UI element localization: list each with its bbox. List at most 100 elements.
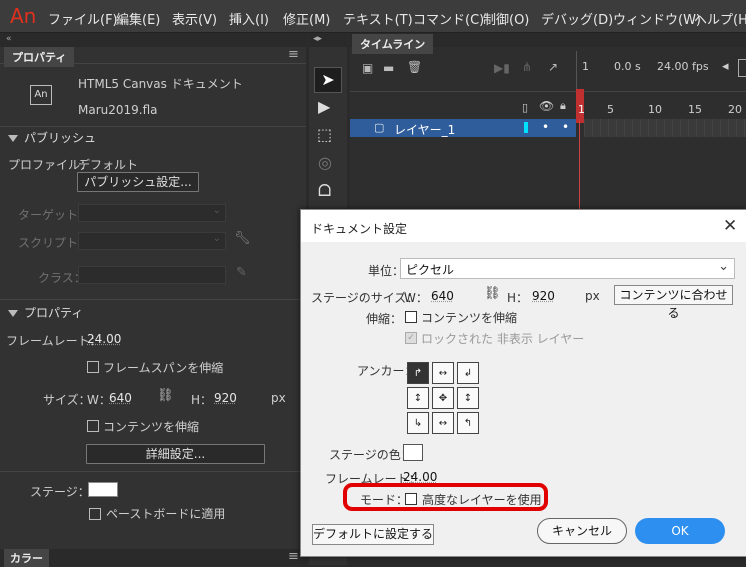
menu-window[interactable]: ウィンドウ(W) (613, 9, 701, 28)
panel-menu-icon[interactable]: ≡ (288, 47, 299, 62)
frame-strip[interactable] (584, 119, 746, 137)
new-layer-icon[interactable]: ▣ (362, 61, 373, 75)
tab-color[interactable]: カラー (4, 549, 49, 567)
stage-color-swatch[interactable] (88, 482, 118, 497)
publish-settings-button[interactable]: パブリッシュ設定... (77, 172, 199, 192)
subselection-tool-icon[interactable]: ▶ (318, 97, 330, 116)
framerate-value[interactable]: 24.00 (403, 470, 437, 484)
collapse-triangle-icon (8, 310, 18, 317)
visibility-dot-icon[interactable]: • (542, 120, 549, 134)
anchor-bottom-center-icon[interactable]: ↔ (432, 412, 454, 434)
target-select[interactable]: ⌄ (78, 204, 226, 222)
menu-view[interactable]: 表示(V) (172, 9, 217, 28)
stage-color-label: ステージの色： (329, 448, 413, 462)
scale-label: 伸縮： (366, 312, 403, 326)
document-name: Maru2019.fla (78, 103, 158, 117)
anchor-top-right-icon[interactable]: ↲ (457, 362, 479, 384)
script-select[interactable]: ⌄ (78, 232, 226, 250)
scale-content-checkbox[interactable] (87, 420, 99, 432)
layer-name[interactable]: レイヤー_1 (394, 121, 455, 138)
menu-commands[interactable]: コマンド(C) (413, 9, 484, 28)
fit-content-button[interactable]: コンテンツに合わせる (614, 285, 733, 320)
divider (0, 299, 306, 300)
fps-value[interactable]: 24.00 fps (657, 60, 709, 73)
width-value[interactable]: 640 (109, 391, 132, 405)
output-layer-icon[interactable]: ▯ (522, 101, 528, 114)
menu-control[interactable]: 制御(O) (483, 9, 529, 28)
link-icon[interactable]: ⛓︎ (157, 388, 174, 403)
pasteboard-checkbox[interactable] (89, 508, 101, 520)
framerate-value[interactable]: 24.00 (87, 332, 121, 346)
close-icon[interactable]: ✕ (723, 216, 737, 236)
lock-dot-icon[interactable]: • (562, 120, 569, 134)
publish-section-header[interactable]: パブリッシュ (0, 129, 306, 149)
lasso-tool-icon[interactable]: ᗝ (318, 181, 331, 201)
pencil-icon[interactable]: ✎ (236, 265, 247, 280)
tools-header: ◂▸ (309, 33, 347, 47)
anchor-center-icon[interactable]: ✥ (432, 387, 454, 409)
free-transform-tool-icon[interactable]: ⬚ (317, 125, 332, 144)
panel-header-strip: « (0, 33, 306, 47)
layer-color-marker[interactable] (524, 122, 528, 133)
3d-rotation-tool-icon[interactable]: ◎ (318, 153, 332, 172)
parent-view-icon[interactable]: ⋔ (522, 60, 532, 74)
anchor-bottom-left-icon[interactable]: ↳ (407, 412, 429, 434)
cancel-button[interactable]: キャンセル (537, 518, 627, 544)
ok-button[interactable]: OK (635, 518, 725, 544)
current-time[interactable]: 0.0 s (614, 60, 641, 73)
tab-timeline[interactable]: タイムライン (352, 34, 434, 54)
height-value[interactable]: 920 (532, 289, 555, 303)
anchor-middle-left-icon[interactable]: ↕ (407, 387, 429, 409)
menu-help[interactable]: ヘルプ(H) (694, 9, 746, 28)
tab-properties[interactable]: プロパティ (4, 47, 75, 67)
menu-edit[interactable]: 編集(E) (116, 9, 160, 28)
trash-icon[interactable]: 🗑︎ (407, 60, 422, 74)
prev-frame-icon[interactable]: ◂ (722, 59, 729, 74)
width-value[interactable]: 640 (431, 289, 454, 303)
menu-text[interactable]: テキスト(T) (343, 9, 413, 28)
menu-insert[interactable]: 挿入(I) (229, 9, 269, 28)
profile-value: デフォルト (78, 158, 139, 172)
selection-tool-icon[interactable]: ➤ (314, 67, 342, 93)
set-default-button[interactable]: デフォルトに設定する (312, 524, 434, 545)
document-icon: An (30, 85, 52, 105)
advanced-settings-button[interactable]: 詳細設定... (86, 444, 265, 464)
anchor-top-left-icon[interactable]: ↱ (407, 362, 429, 384)
ruler-label-10: 10 (648, 103, 662, 116)
animate-logo: An (10, 4, 37, 28)
unit-value: ピクセル (406, 263, 455, 277)
scale-spans-checkbox[interactable] (87, 361, 99, 373)
width-label: W： (404, 291, 428, 305)
ruler-label-20: 20 (728, 103, 742, 116)
link-icon[interactable]: ⛓︎ (484, 286, 501, 301)
class-field[interactable] (78, 266, 226, 284)
wrench-icon[interactable]: 🔧︎ (234, 231, 251, 246)
chevron-down-icon: ⌄ (212, 233, 221, 244)
layer-row[interactable]: ▢ レイヤー_1 • • (350, 119, 576, 137)
collapse-icon[interactable]: « (6, 34, 12, 44)
stage-color-swatch[interactable] (403, 444, 423, 461)
height-value[interactable]: 920 (214, 391, 237, 405)
properties-section-header[interactable]: プロパティ (0, 304, 306, 324)
anchor-bottom-right-icon[interactable]: ↰ (457, 412, 479, 434)
anchor-grid: ↱ ↔ ↲ ↕ ✥ ↕ ↳ ↔ ↰ (407, 362, 481, 436)
menu-debug[interactable]: デバッグ(D) (541, 9, 613, 28)
height-label: H： (191, 393, 213, 407)
graph-icon[interactable]: ↗ (548, 60, 558, 74)
camera-icon[interactable]: ▶▮ (494, 61, 510, 75)
unit-select[interactable]: ピクセル ⌄ (400, 258, 735, 279)
expand-icon[interactable]: ◂▸ (313, 34, 322, 44)
eye-icon[interactable]: 👁︎ (539, 99, 554, 113)
advanced-layers-checkbox[interactable] (405, 493, 417, 505)
anchor-top-center-icon[interactable]: ↔ (432, 362, 454, 384)
scale-content-checkbox[interactable] (405, 311, 417, 323)
menu-file[interactable]: ファイル(F) (48, 9, 118, 28)
new-folder-icon[interactable]: ▬ (383, 61, 394, 75)
height-label: H： (507, 291, 529, 305)
lock-icon[interactable]: 🔒︎ (560, 99, 566, 113)
panel-menu-icon[interactable]: ≡ (288, 549, 299, 564)
menu-modify[interactable]: 修正(M) (283, 9, 330, 28)
px-label: px (585, 289, 600, 303)
current-frame[interactable]: 1 (582, 60, 589, 73)
anchor-middle-right-icon[interactable]: ↕ (457, 387, 479, 409)
